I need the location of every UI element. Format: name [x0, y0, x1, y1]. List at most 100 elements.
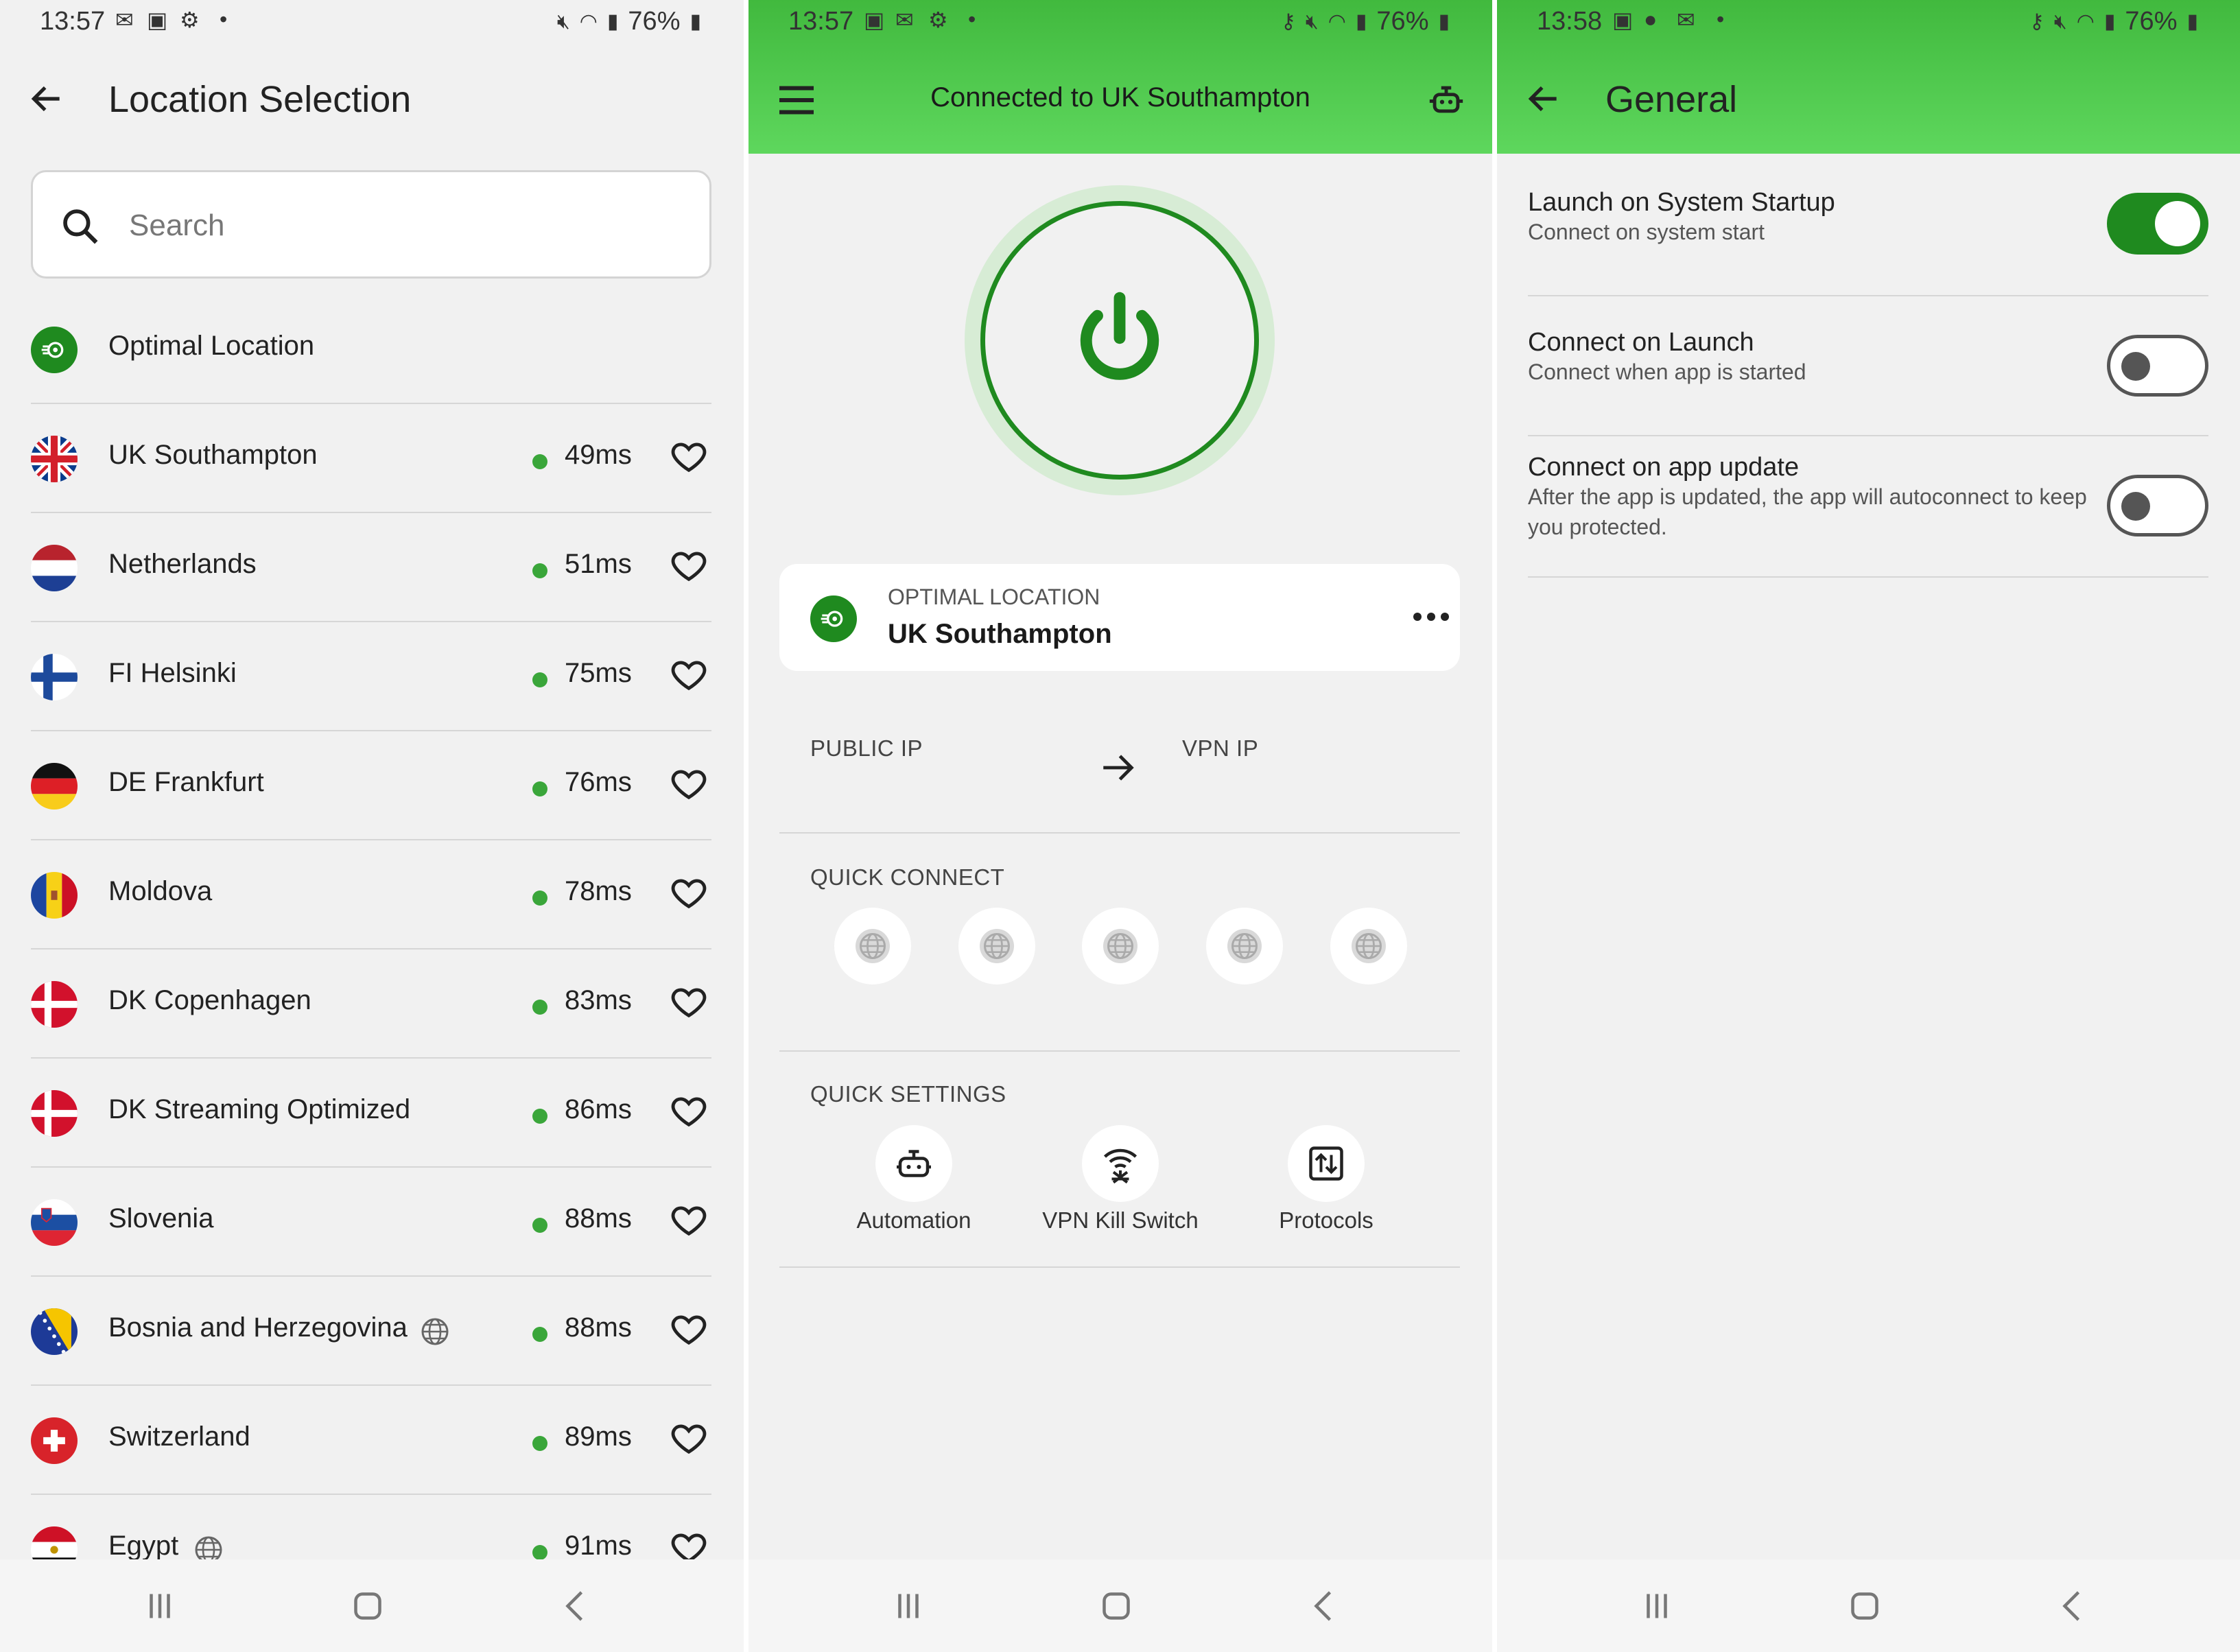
favorite-heart-icon[interactable]: [669, 1310, 709, 1349]
favorite-heart-icon[interactable]: [669, 1419, 709, 1459]
location-item[interactable]: DK Streaming Optimized 86ms: [31, 1059, 711, 1168]
recent-apps-icon[interactable]: [888, 1585, 929, 1627]
home-icon[interactable]: [1844, 1585, 1885, 1627]
protocols-button[interactable]: [1288, 1125, 1365, 1202]
recent-apps-icon[interactable]: [1636, 1585, 1677, 1627]
game-icon: ●: [1644, 7, 1658, 32]
android-nav-bar: [1497, 1559, 2240, 1652]
location-item[interactable]: UK Southampton 49ms: [31, 404, 711, 513]
location-card[interactable]: OPTIMAL LOCATION UK Southampton: [779, 564, 1460, 671]
kill-switch-label: VPN Kill Switch: [1042, 1207, 1199, 1233]
quick-connect-slot[interactable]: [1206, 908, 1283, 984]
connect-on-launch-toggle[interactable]: [2107, 335, 2208, 397]
ping-status-dot: [532, 1327, 547, 1342]
arrow-right-icon: [1103, 755, 1134, 781]
ping-value: 91ms: [565, 1531, 632, 1561]
page-title: Location Selection: [108, 79, 412, 120]
connection-status-title: Connected to UK Southampton: [930, 82, 1310, 113]
flag-icon-md: [31, 872, 78, 919]
back-arrow-icon[interactable]: [1524, 80, 1563, 118]
setting-launch-on-startup[interactable]: Launch on System Startup Connect on syst…: [1528, 154, 2208, 296]
ping-status-dot: [532, 563, 547, 578]
divider: [779, 1050, 1460, 1052]
ping-value: 51ms: [565, 549, 632, 579]
location-item[interactable]: Slovenia 88ms: [31, 1168, 711, 1277]
kill-switch-button[interactable]: [1082, 1125, 1159, 1202]
ping-value: 75ms: [565, 658, 632, 688]
vpn-ip-label: VPN IP: [1182, 735, 1259, 761]
ping-status-dot: [532, 781, 547, 796]
location-item[interactable]: Moldova 78ms: [31, 840, 711, 949]
home-icon[interactable]: [1096, 1585, 1137, 1627]
setting-connect-on-update[interactable]: Connect on app update After the app is u…: [1528, 436, 2208, 578]
signal-icon: ▮: [2103, 10, 2116, 33]
ping-value: 83ms: [565, 985, 632, 1015]
more-options-icon[interactable]: [1411, 606, 1452, 627]
quick-connect-slot[interactable]: [834, 908, 911, 984]
battery-icon: ▮: [2186, 10, 2198, 33]
launch-on-startup-toggle[interactable]: [2107, 193, 2208, 255]
gallery-icon: ▣: [1612, 8, 1634, 32]
setting-connect-on-launch[interactable]: Connect on Launch Connect when app is st…: [1528, 296, 2208, 436]
ping-status-dot: [532, 1109, 547, 1124]
search-input[interactable]: [129, 200, 664, 252]
battery-icon: ▮: [689, 10, 701, 33]
home-icon[interactable]: [347, 1585, 388, 1627]
search-box[interactable]: [31, 170, 711, 279]
favorite-heart-icon[interactable]: [669, 437, 709, 477]
location-name: UK Southampton: [108, 440, 318, 470]
power-button[interactable]: [980, 201, 1259, 480]
favorite-heart-icon[interactable]: [669, 982, 709, 1022]
optimal-location-item[interactable]: Optimal Location: [31, 295, 711, 404]
back-nav-icon[interactable]: [2053, 1585, 2094, 1627]
ping-value: 88ms: [565, 1312, 632, 1343]
globe-icon: [980, 929, 1014, 963]
quick-connect-slot[interactable]: [958, 908, 1035, 984]
gallery-icon: ▣: [147, 8, 168, 32]
automation-label: Automation: [856, 1207, 971, 1233]
ping-status-dot: [532, 1545, 547, 1560]
back-arrow-icon[interactable]: [27, 80, 66, 118]
mute-icon: 🔇︎: [2053, 10, 2067, 33]
back-nav-icon[interactable]: [1304, 1585, 1345, 1627]
favorite-heart-icon[interactable]: [669, 655, 709, 695]
general-settings-screen: 13:58 ▣ ● ✉ • ⚷ 🔇︎ ◠ ▮ 76% ▮ General Lau…: [1497, 0, 2240, 1652]
setting-desc: Connect on system start: [1528, 220, 1765, 244]
location-name: DE Frankfurt: [108, 767, 264, 797]
favorite-heart-icon[interactable]: [669, 873, 709, 913]
back-nav-icon[interactable]: [556, 1585, 597, 1627]
signal-icon: ▮: [606, 10, 619, 33]
location-item[interactable]: DK Copenhagen 83ms: [31, 949, 711, 1059]
connect-on-update-toggle[interactable]: [2107, 475, 2208, 536]
gmail-icon: ✉: [1677, 8, 1695, 32]
favorite-heart-icon[interactable]: [669, 1092, 709, 1131]
ping-value: 78ms: [565, 876, 632, 906]
quick-connect-slot[interactable]: [1082, 908, 1159, 984]
location-item[interactable]: Switzerland 89ms: [31, 1386, 711, 1495]
location-item[interactable]: Netherlands 51ms: [31, 513, 711, 622]
automation-button[interactable]: [875, 1125, 952, 1202]
page-title: General: [1605, 79, 1738, 120]
favorite-heart-icon[interactable]: [669, 546, 709, 586]
ping-status-dot: [532, 1000, 547, 1015]
location-item[interactable]: DE Frankfurt 76ms: [31, 731, 711, 840]
gallery-icon: ▣: [864, 8, 885, 32]
gear-icon: ⚙: [928, 8, 948, 32]
location-name: Switzerland: [108, 1421, 250, 1452]
automation-bot-icon[interactable]: [1426, 80, 1466, 119]
location-card-value: UK Southampton: [888, 619, 1112, 649]
dot-icon: •: [968, 7, 976, 32]
favorite-heart-icon[interactable]: [669, 764, 709, 804]
optimal-location-icon: [31, 327, 78, 373]
location-item[interactable]: FI Helsinki 75ms: [31, 622, 711, 731]
quick-connect-slot[interactable]: [1330, 908, 1407, 984]
wifi-off-icon: [1103, 1148, 1137, 1184]
favorite-heart-icon[interactable]: [669, 1201, 709, 1240]
gmail-icon: ✉: [115, 8, 134, 32]
location-item[interactable]: Bosnia and Herzegovina 88ms: [31, 1277, 711, 1386]
globe-icon: [1352, 929, 1386, 963]
quick-settings-label: QUICK SETTINGS: [810, 1081, 1006, 1107]
mute-icon: 🔇︎: [556, 10, 570, 33]
gmail-icon: ✉: [895, 8, 914, 32]
recent-apps-icon[interactable]: [139, 1585, 180, 1627]
